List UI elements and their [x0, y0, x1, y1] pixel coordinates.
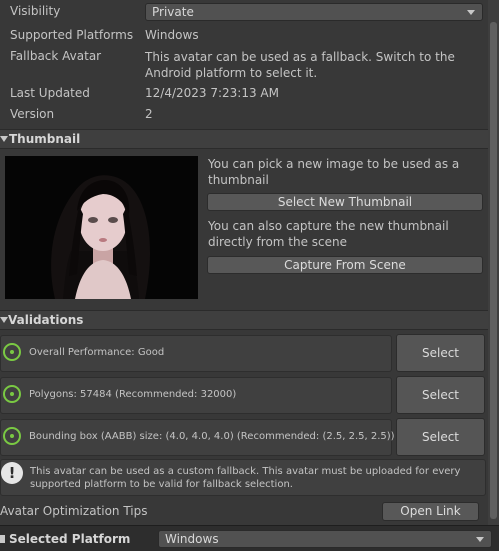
- select-button[interactable]: Select: [396, 376, 485, 414]
- platform-value: Windows: [165, 532, 219, 546]
- pick-thumbnail-text: You can pick a new image to be used as a…: [208, 157, 460, 187]
- validation-row: Bounding box (AABB) size: (4.0, 4.0, 4.0…: [0, 419, 395, 456]
- visibility-dropdown[interactable]: Private: [145, 3, 483, 21]
- capture-thumbnail-text: You can also capture the new thumbnail d…: [208, 219, 449, 249]
- validation-text: Overall Performance: Good: [29, 347, 165, 358]
- vertical-scrollbar[interactable]: [488, 0, 499, 525]
- visibility-value: Private: [152, 5, 194, 19]
- select-new-thumbnail-button[interactable]: Select New Thumbnail: [207, 193, 483, 211]
- foldout-arrow-icon: [0, 136, 8, 142]
- validation-text: Bounding box (AABB) size: (4.0, 4.0, 4.0…: [29, 431, 395, 442]
- visibility-label: Visibility: [10, 4, 61, 18]
- fallback-warning-text: This avatar can be used as a custom fall…: [30, 466, 461, 490]
- fallback-avatar-value: This avatar can be used as a fallback. S…: [145, 50, 455, 80]
- thumbnail-image: [5, 156, 198, 299]
- validation-row: Overall Performance: Good: [0, 335, 392, 372]
- info-icon: !: [1, 462, 23, 484]
- version-value: 2: [145, 107, 153, 121]
- supported-platforms-label: Supported Platforms: [10, 28, 134, 42]
- validation-row: Polygons: 57484 (Recommended: 32000): [0, 377, 392, 414]
- validation-text: Polygons: 57484 (Recommended: 32000): [29, 389, 237, 400]
- foldout-arrow-icon: [0, 317, 8, 323]
- open-link-button[interactable]: Open Link: [382, 502, 479, 521]
- chevron-down-icon: [476, 537, 484, 542]
- scrollbar-thumb[interactable]: [490, 22, 497, 519]
- last-updated-value: 12/4/2023 7:23:13 AM: [145, 86, 279, 100]
- check-circle-icon: [3, 343, 21, 361]
- version-label: Version: [10, 107, 55, 121]
- check-circle-icon: [3, 385, 21, 403]
- check-circle-icon: [3, 427, 21, 445]
- chevron-down-icon: [467, 10, 475, 15]
- avatar-portrait-image: [5, 156, 198, 299]
- last-updated-label: Last Updated: [10, 86, 90, 100]
- capture-from-scene-button[interactable]: Capture From Scene: [207, 256, 483, 274]
- selected-platform-label: Selected Platform: [9, 532, 131, 546]
- validations-title: Validations: [8, 313, 84, 327]
- foldout-marker-icon: [0, 535, 5, 543]
- platform-dropdown[interactable]: Windows: [158, 530, 492, 548]
- platform-bar: Selected Platform Windows: [0, 525, 499, 551]
- select-button[interactable]: Select: [396, 418, 485, 456]
- select-button[interactable]: Select: [396, 334, 485, 372]
- validations-section-header[interactable]: Validations: [0, 310, 488, 330]
- fallback-avatar-label: Fallback Avatar: [10, 49, 102, 63]
- thumbnail-title: Thumbnail: [9, 132, 81, 146]
- fallback-warning-box: ! This avatar can be used as a custom fa…: [0, 459, 486, 496]
- thumbnail-section-header[interactable]: Thumbnail: [0, 129, 488, 149]
- avatar-optimization-tips-label: Avatar Optimization Tips: [0, 504, 148, 518]
- supported-platforms-value: Windows: [145, 28, 199, 42]
